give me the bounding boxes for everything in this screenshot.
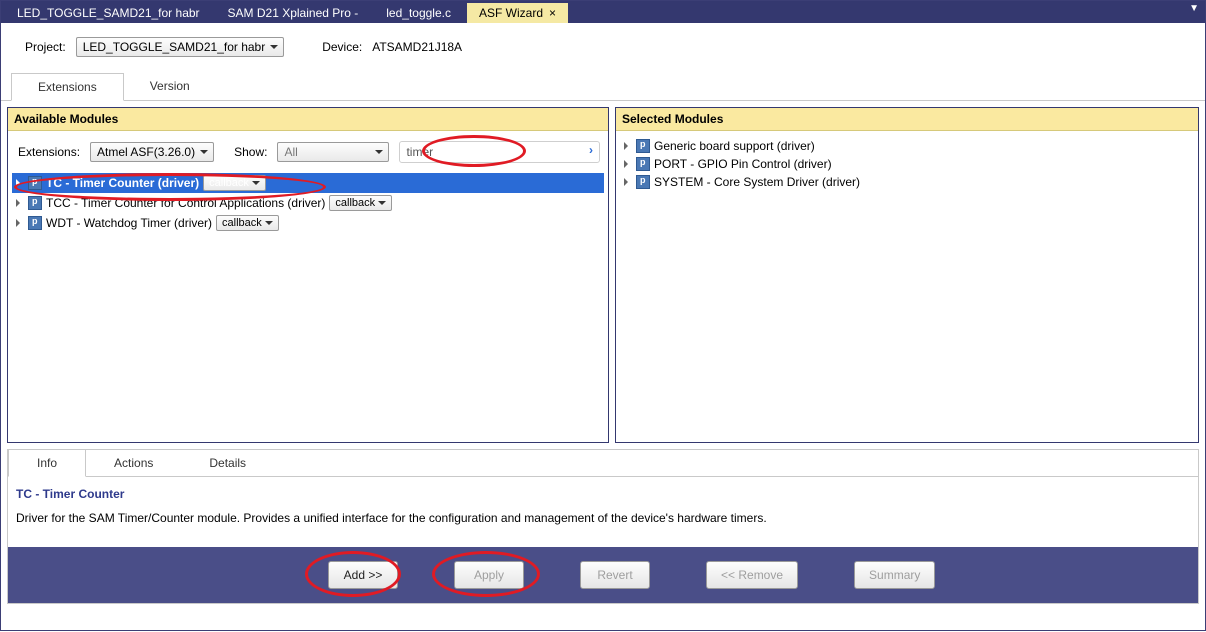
module-icon xyxy=(636,139,650,153)
doc-tab[interactable]: LED_TOGGLE_SAMD21_for habr xyxy=(5,3,212,23)
doc-tab-label: ASF Wizard xyxy=(479,6,543,20)
module-name: Generic board support (driver) xyxy=(654,139,815,153)
expander-icon[interactable] xyxy=(622,177,632,187)
tab-actions[interactable]: Actions xyxy=(86,450,181,476)
module-icon xyxy=(28,216,42,230)
selected-module-row[interactable]: Generic board support (driver) xyxy=(620,137,1194,155)
detail-tabs: Info Actions Details xyxy=(8,450,1198,477)
revert-button[interactable]: Revert xyxy=(580,561,650,589)
module-icon xyxy=(636,175,650,189)
tab-info[interactable]: Info xyxy=(8,450,86,477)
expander-icon[interactable] xyxy=(622,159,632,169)
selected-modules-tree: Generic board support (driver) PORT - GP… xyxy=(616,131,1198,197)
available-modules-header: Available Modules xyxy=(8,108,608,131)
doc-tab[interactable]: SAM D21 Xplained Pro - xyxy=(216,3,371,23)
expander-icon[interactable] xyxy=(14,218,24,228)
extensions-filter-select[interactable]: Atmel ASF(3.26.0) xyxy=(90,142,214,162)
device-value: ATSAMD21J18A xyxy=(372,40,462,54)
available-modules-tree: TC - Timer Counter (driver) callback TCC… xyxy=(8,173,608,237)
doc-tab[interactable]: led_toggle.c xyxy=(374,3,463,23)
selected-modules-header: Selected Modules xyxy=(616,108,1198,131)
selected-module-row[interactable]: PORT - GPIO Pin Control (driver) xyxy=(620,155,1194,173)
module-search-input[interactable]: timer xyxy=(399,141,600,163)
tab-extensions[interactable]: Extensions xyxy=(11,73,124,101)
apply-button[interactable]: Apply xyxy=(454,561,524,589)
detail-description: Driver for the SAM Timer/Counter module.… xyxy=(16,511,1190,525)
module-icon xyxy=(28,196,42,210)
project-row: Project: LED_TOGGLE_SAMD21_for habr Devi… xyxy=(1,23,1205,67)
module-row[interactable]: TCC - Timer Counter for Control Applicat… xyxy=(12,193,604,213)
expander-icon[interactable] xyxy=(14,198,24,208)
button-bar: Add >> Apply Revert << Remove Summary xyxy=(8,547,1198,603)
document-tab-strip: LED_TOGGLE_SAMD21_for habr SAM D21 Xplai… xyxy=(1,1,1205,23)
expander-icon[interactable] xyxy=(622,141,632,151)
detail-panel: Info Actions Details TC - Timer Counter … xyxy=(7,449,1199,604)
module-icon xyxy=(636,157,650,171)
available-modules-panel: Available Modules Extensions: Atmel ASF(… xyxy=(7,107,609,443)
selected-modules-panel: Selected Modules Generic board support (… xyxy=(615,107,1199,443)
tab-overflow-icon[interactable]: ▼ xyxy=(1189,3,1199,14)
module-name: TCC - Timer Counter for Control Applicat… xyxy=(46,196,325,210)
extensions-filter-label: Extensions: xyxy=(18,145,80,159)
close-icon[interactable]: × xyxy=(549,6,556,20)
selected-module-row[interactable]: SYSTEM - Core System Driver (driver) xyxy=(620,173,1194,191)
doc-tab-active[interactable]: ASF Wizard × xyxy=(467,3,568,23)
module-mode-select[interactable]: callback xyxy=(329,195,392,211)
tab-version[interactable]: Version xyxy=(124,73,216,100)
show-filter-label: Show: xyxy=(234,145,267,159)
module-mode-select[interactable]: callback xyxy=(203,175,266,191)
module-row[interactable]: WDT - Watchdog Timer (driver) callback xyxy=(12,213,604,233)
project-select[interactable]: LED_TOGGLE_SAMD21_for habr xyxy=(76,37,285,57)
detail-title: TC - Timer Counter xyxy=(16,487,1190,501)
device-label: Device: xyxy=(322,40,362,54)
module-name: TC - Timer Counter (driver) xyxy=(46,176,199,190)
module-name: WDT - Watchdog Timer (driver) xyxy=(46,216,212,230)
module-row-selected[interactable]: TC - Timer Counter (driver) callback xyxy=(12,173,604,193)
remove-button[interactable]: << Remove xyxy=(706,561,798,589)
module-mode-select[interactable]: callback xyxy=(216,215,279,231)
tab-details[interactable]: Details xyxy=(181,450,274,476)
module-name: SYSTEM - Core System Driver (driver) xyxy=(654,175,860,189)
show-filter-select[interactable]: All xyxy=(277,142,389,162)
add-button[interactable]: Add >> xyxy=(328,561,398,589)
project-label: Project: xyxy=(25,40,66,54)
module-name: PORT - GPIO Pin Control (driver) xyxy=(654,157,832,171)
main-tabs: Extensions Version xyxy=(1,73,1205,101)
summary-button[interactable]: Summary xyxy=(854,561,935,589)
module-icon xyxy=(28,176,42,190)
expander-icon[interactable] xyxy=(14,178,24,188)
